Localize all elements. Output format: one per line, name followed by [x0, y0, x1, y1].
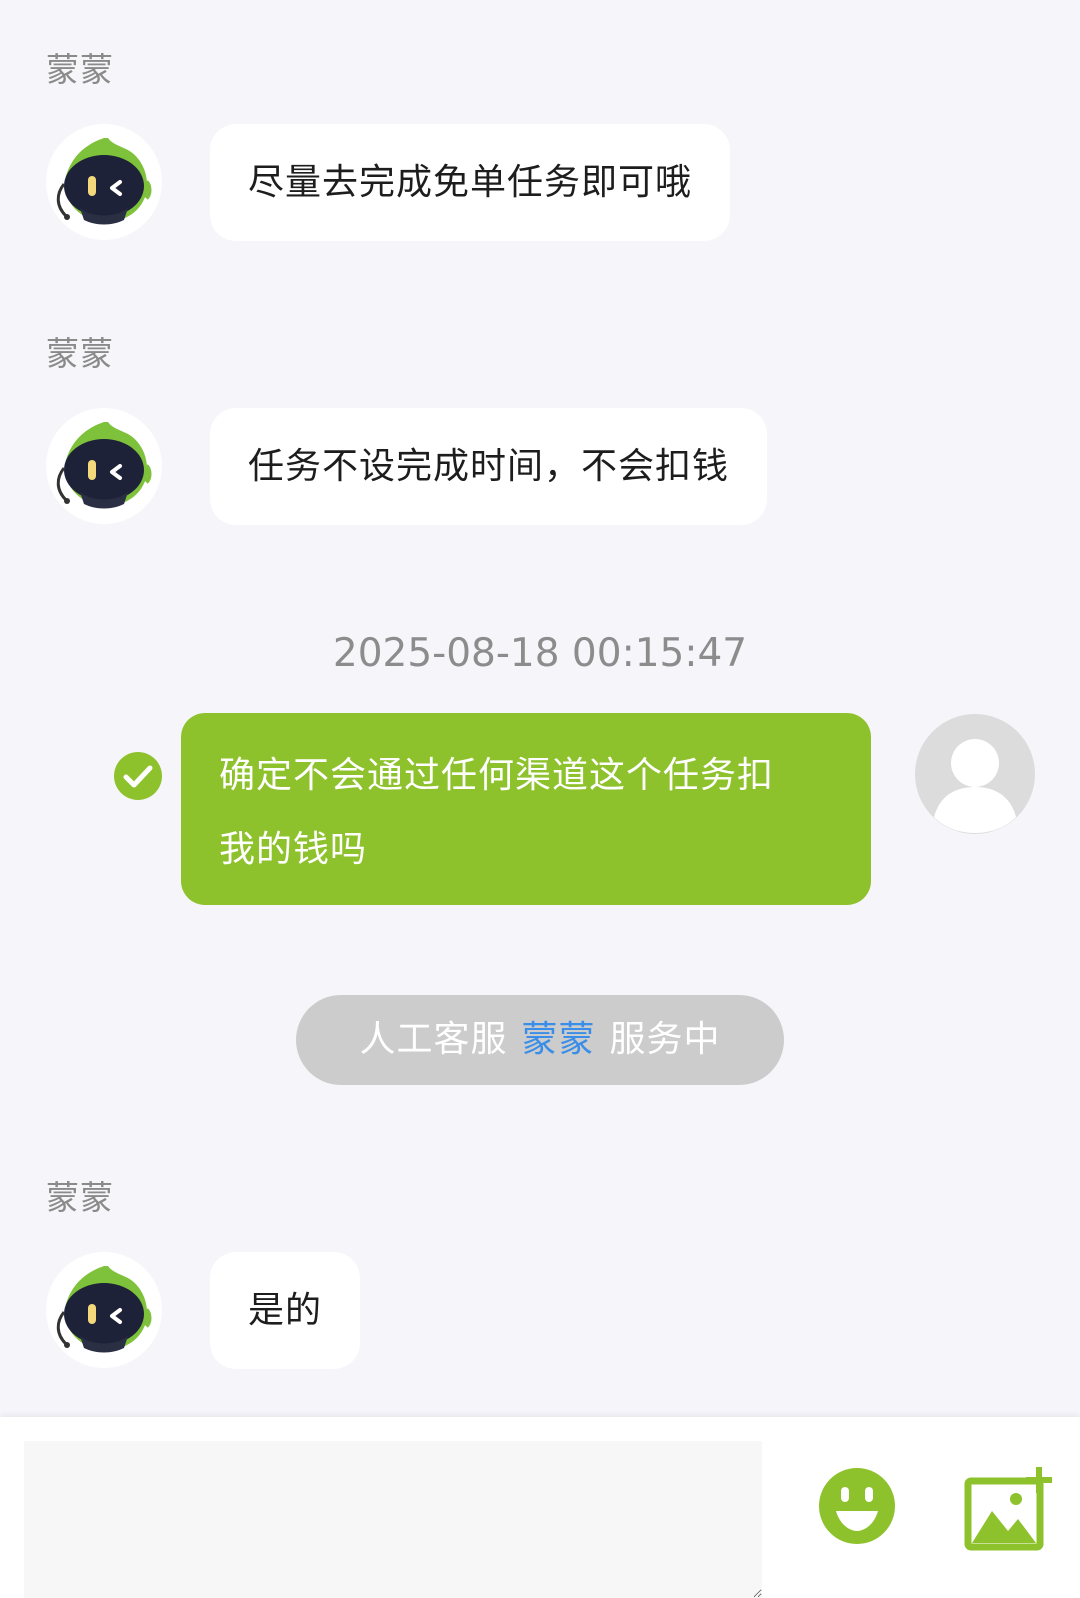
agent-name-link[interactable]: 蒙蒙	[521, 1019, 595, 1060]
add-image-icon[interactable]	[964, 1467, 1054, 1551]
message-input-bar	[0, 1417, 1080, 1598]
service-prefix: 人工客服	[359, 1019, 508, 1060]
bot-avatar-icon[interactable]	[46, 408, 162, 524]
incoming-message-bubble: 是的	[210, 1252, 361, 1369]
user-avatar-icon[interactable]	[914, 713, 1036, 835]
check-circle-icon	[114, 752, 162, 800]
service-suffix: 服务中	[609, 1019, 721, 1060]
bot-avatar-icon[interactable]	[46, 1252, 162, 1368]
sender-name: 蒙蒙	[46, 334, 114, 373]
incoming-message-bubble: 任务不设完成时间，不会扣钱	[210, 408, 768, 525]
chat-message-list[interactable]: 蒙蒙 尽量去完成免单任务即可哦 蒙蒙 任务不设完成时间，不会扣钱 2025-08…	[0, 0, 1080, 1417]
incoming-message-bubble: 尽量去完成免单任务即可哦	[210, 124, 731, 241]
service-status-banner: 人工客服 蒙蒙 服务中	[296, 995, 784, 1085]
message-input[interactable]	[24, 1441, 762, 1598]
sender-name: 蒙蒙	[46, 50, 114, 89]
bot-avatar-icon[interactable]	[46, 124, 162, 240]
sender-name: 蒙蒙	[46, 1178, 114, 1217]
outgoing-message-bubble: 确定不会通过任何渠道这个任务扣 我的钱吗	[181, 713, 871, 905]
message-timestamp: 2025-08-18 00:15:47	[332, 631, 748, 676]
smiley-icon[interactable]	[818, 1467, 896, 1545]
outgoing-message-line: 我的钱吗	[219, 829, 368, 870]
outgoing-message-line: 确定不会通过任何渠道这个任务扣	[219, 755, 775, 796]
